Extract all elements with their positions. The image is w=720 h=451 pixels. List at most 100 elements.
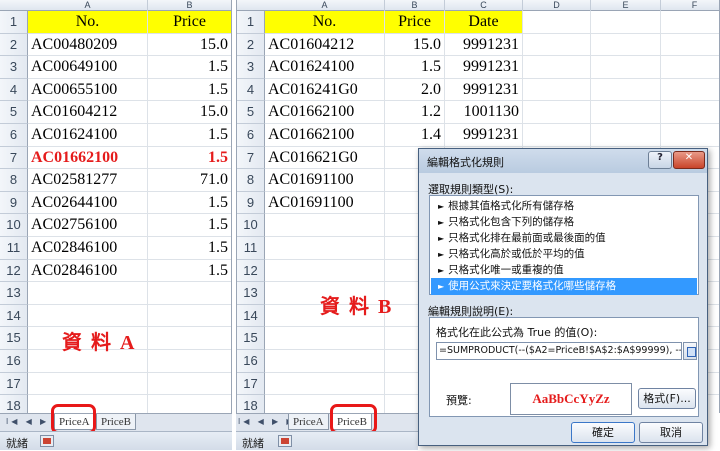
row-header[interactable]: 4	[0, 78, 28, 102]
no-cell[interactable]: AC02581277	[28, 169, 148, 192]
tab-priceb[interactable]: PriceB	[96, 414, 136, 430]
cell[interactable]	[265, 237, 385, 260]
rule-type-item[interactable]: ► 只格式化高於或低於平均的值	[431, 246, 697, 263]
no-cell[interactable]: AC02846100	[28, 259, 148, 283]
rule-type-item[interactable]: ► 使用公式來決定要格式化哪些儲存格	[431, 278, 697, 295]
row-header[interactable]: 15	[237, 327, 265, 350]
cell[interactable]	[591, 11, 661, 34]
date-cell[interactable]: 9991231	[445, 124, 523, 147]
row-header[interactable]: 13	[237, 282, 265, 305]
rule-type-list[interactable]: ► 根據其值格式化所有儲存格 ► 只格式化包含下列的儲存格 ► 只格式化排在最前面或最後面…	[429, 195, 699, 295]
row-header[interactable]: 8	[237, 169, 265, 192]
cell[interactable]	[265, 327, 385, 350]
close-button[interactable]: ✕	[673, 151, 705, 169]
row-header[interactable]: 13	[0, 282, 28, 305]
price-cell[interactable]: 1.5	[148, 79, 231, 102]
cell[interactable]	[148, 305, 231, 328]
cell[interactable]	[591, 101, 661, 124]
cell[interactable]	[591, 56, 661, 79]
price-cell[interactable]: 2.0	[385, 78, 445, 102]
price-cell[interactable]: 1.5	[148, 56, 231, 79]
column-header-a[interactable]: A	[28, 0, 148, 11]
row-header[interactable]: 1	[0, 11, 28, 34]
cell[interactable]	[523, 56, 591, 79]
column-header-d[interactable]: D	[523, 0, 591, 11]
price-cell[interactable]: 1.5	[148, 260, 231, 283]
no-cell[interactable]: AC00649100	[28, 56, 148, 79]
price-cell[interactable]: 15.0	[148, 34, 231, 57]
cell[interactable]	[523, 11, 591, 34]
formula-input[interactable]: =SUMPRODUCT(--($A2=PriceB!$A$2:$A$99999)…	[436, 342, 682, 360]
cell[interactable]	[661, 11, 719, 34]
rule-type-item[interactable]: ► 只格式化唯一或重複的值	[431, 262, 697, 279]
price-cell[interactable]: 1.5	[385, 56, 445, 79]
price-cell[interactable]: 1.5	[148, 147, 231, 170]
cell[interactable]	[591, 78, 661, 102]
no-cell[interactable]: AC01604212	[28, 101, 148, 124]
ok-button[interactable]: 確定	[571, 422, 635, 443]
no-cell[interactable]: AC01662100	[265, 124, 385, 147]
cell[interactable]	[523, 78, 591, 102]
row-header[interactable]: 9	[0, 191, 28, 215]
row-header[interactable]: 11	[0, 237, 28, 260]
row-header[interactable]: 3	[0, 56, 28, 79]
row-header[interactable]: 8	[0, 169, 28, 192]
cell[interactable]	[661, 34, 719, 57]
cell[interactable]	[148, 373, 231, 396]
row-header[interactable]: 2	[237, 33, 265, 57]
row-header[interactable]: 15	[0, 327, 28, 350]
no-cell[interactable]: AC01604212	[265, 33, 385, 57]
no-cell[interactable]: AC01624100	[265, 56, 385, 79]
help-button[interactable]: ?	[648, 151, 672, 169]
macro-record-icon[interactable]	[278, 435, 292, 447]
price-cell[interactable]: 71.0	[148, 169, 231, 192]
tab-pricea[interactable]: PriceA	[288, 414, 329, 430]
row-header[interactable]: 17	[237, 372, 265, 396]
price-cell[interactable]: 1.5	[148, 124, 231, 147]
no-cell[interactable]: AC02846100	[28, 237, 148, 260]
cell[interactable]	[265, 259, 385, 283]
no-cell[interactable]: AC016241G0	[265, 78, 385, 102]
price-cell[interactable]: 15.0	[385, 33, 445, 57]
row-header[interactable]: 7	[237, 146, 265, 170]
cell[interactable]	[265, 214, 385, 237]
no-cell[interactable]: AC01662100	[265, 101, 385, 124]
row-header[interactable]: 11	[237, 237, 265, 260]
price-cell[interactable]: 15.0	[148, 101, 231, 124]
cell[interactable]	[661, 101, 719, 124]
date-cell[interactable]: 9991231	[445, 33, 523, 57]
column-header-f[interactable]: F	[661, 0, 719, 11]
cell[interactable]	[661, 56, 719, 79]
cell[interactable]	[523, 33, 591, 57]
row-header[interactable]: 18	[237, 395, 265, 413]
row-header[interactable]: 10	[237, 214, 265, 237]
cell[interactable]	[265, 350, 385, 373]
header-cell[interactable]: No.	[265, 11, 385, 34]
row-header[interactable]: 12	[237, 259, 265, 283]
cell[interactable]	[661, 124, 719, 147]
row-header[interactable]: 18	[0, 395, 28, 413]
column-header-b[interactable]: B	[148, 0, 231, 11]
no-cell[interactable]: AC00480209	[28, 33, 148, 57]
row-header[interactable]: 17	[0, 372, 28, 396]
no-cell[interactable]: AC01691100	[265, 191, 385, 215]
cell[interactable]	[148, 282, 231, 305]
collapse-dialog-icon[interactable]	[683, 342, 697, 360]
cell[interactable]	[523, 101, 591, 124]
cell[interactable]	[148, 327, 231, 350]
column-header-a[interactable]: A	[265, 0, 385, 11]
row-header[interactable]: 2	[0, 33, 28, 57]
row-header[interactable]: 9	[237, 191, 265, 215]
row-header[interactable]: 14	[237, 304, 265, 328]
row-header[interactable]: 6	[0, 124, 28, 147]
price-cell[interactable]: 1.5	[148, 214, 231, 237]
no-cell[interactable]: AC016621G0	[265, 146, 385, 170]
cell[interactable]	[265, 372, 385, 396]
cell[interactable]	[28, 282, 148, 305]
rule-type-item[interactable]: ► 只格式化排在最前面或最後面的值	[431, 230, 697, 247]
price-cell[interactable]: 1.4	[385, 124, 445, 147]
row-header[interactable]: 16	[0, 350, 28, 373]
column-header-c[interactable]: C	[445, 0, 523, 11]
header-cell[interactable]: Price	[148, 11, 231, 34]
rule-type-item[interactable]: ► 只格式化包含下列的儲存格	[431, 214, 697, 231]
